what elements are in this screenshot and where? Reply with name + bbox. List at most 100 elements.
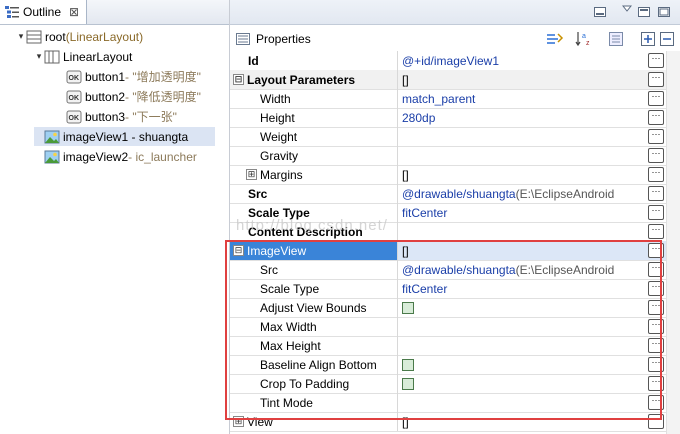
chevron-down-icon[interactable]: ▾ [34, 51, 44, 62]
property-value[interactable] [398, 317, 646, 336]
property-value[interactable]: @drawable/shuangta (E:\EclipseAndroid [398, 260, 646, 279]
minimize-view-icon[interactable] [638, 7, 650, 17]
vertical-scrollbar[interactable] [666, 51, 680, 434]
ellipsis-button[interactable]: ··· [648, 414, 664, 429]
sort-az-icon[interactable]: a z [575, 31, 593, 47]
properties-header: Properties a z [230, 28, 680, 50]
property-row[interactable]: Src @drawable/shuangta (E:\EclipseAndroid… [230, 260, 666, 280]
ellipsis-button[interactable]: ··· [648, 91, 664, 106]
property-row[interactable]: Max Height ··· [230, 336, 666, 356]
ellipsis-button[interactable]: ··· [648, 148, 664, 163]
property-name: Tint Mode [230, 393, 398, 412]
property-row[interactable]: ⊟ Layout Parameters [] ··· [230, 70, 666, 90]
ellipsis-button[interactable]: ··· [648, 110, 664, 125]
tree-item[interactable]: OK button2 - "降低透明度" [66, 87, 201, 106]
property-value[interactable] [398, 374, 646, 393]
ellipsis-button[interactable]: ··· [648, 224, 664, 239]
maximize-icon[interactable] [658, 7, 670, 17]
property-value[interactable] [398, 127, 646, 146]
ellipsis-button[interactable]: ··· [648, 262, 664, 277]
property-value[interactable] [398, 355, 646, 374]
ellipsis-button[interactable]: ··· [648, 129, 664, 144]
ellipsis-button[interactable]: ··· [648, 243, 664, 258]
button-ok-icon: OK [66, 69, 82, 85]
ellipsis-button[interactable]: ··· [648, 357, 664, 372]
expand-all-icon[interactable] [641, 32, 655, 46]
expand-icon[interactable]: ⊞ [246, 169, 257, 180]
ellipsis-button[interactable]: ··· [648, 186, 664, 201]
ellipsis-button[interactable]: ··· [648, 53, 664, 68]
property-row[interactable]: Weight ··· [230, 127, 666, 147]
property-checkbox[interactable] [402, 358, 414, 371]
button-ok-icon: OK [66, 109, 82, 125]
property-row[interactable]: Crop To Padding ··· [230, 374, 666, 394]
property-value[interactable]: 280dp [398, 108, 646, 127]
property-value[interactable]: @drawable/shuangta (E:\EclipseAndroid [398, 184, 646, 203]
ellipsis-button[interactable]: ··· [648, 319, 664, 334]
property-row[interactable]: Width match_parent ··· [230, 89, 666, 109]
property-value[interactable] [398, 393, 646, 412]
tree-item[interactable]: ▾ root (LinearLayout) [16, 27, 143, 46]
tree-item-label: button1 [85, 69, 126, 84]
collapse-icon[interactable]: ⊟ [233, 245, 244, 256]
property-value[interactable] [398, 146, 646, 165]
property-row[interactable]: ⊞ Margins [] ··· [230, 165, 666, 185]
property-name: Max Height [230, 336, 398, 355]
tree-item-detail: - "降低透明度" [125, 90, 201, 104]
collapse-icon[interactable]: ⊟ [233, 74, 244, 85]
ellipsis-button[interactable]: ··· [648, 376, 664, 391]
property-row[interactable]: Tint Mode ··· [230, 393, 666, 413]
property-row[interactable]: Gravity ··· [230, 146, 666, 166]
advanced-properties-icon[interactable] [609, 32, 623, 46]
property-name: Src [230, 184, 398, 203]
svg-text:OK: OK [69, 95, 80, 102]
property-name-label: Gravity [260, 148, 299, 163]
ellipsis-button[interactable]: ··· [648, 281, 664, 296]
property-value[interactable] [398, 222, 646, 241]
property-row[interactable]: Id @+id/imageView1 ··· [230, 51, 666, 71]
categories-icon[interactable] [546, 32, 564, 46]
minimize-icon[interactable] [594, 7, 606, 17]
close-icon[interactable]: ⊠ [69, 5, 79, 19]
property-checkbox[interactable] [402, 377, 414, 390]
property-value[interactable]: @+id/imageView1 [398, 51, 646, 70]
property-value[interactable] [398, 298, 646, 317]
collapse-all-icon[interactable] [660, 32, 674, 46]
property-value[interactable]: match_parent [398, 89, 646, 108]
property-value-text: [] [402, 72, 409, 87]
ellipsis-button[interactable]: ··· [648, 167, 664, 182]
tree-item[interactable]: OK button3 - "下一张" [66, 107, 177, 126]
property-value[interactable]: fitCenter [398, 279, 646, 298]
ellipsis-button[interactable]: ··· [648, 395, 664, 410]
property-name-label: Src [260, 262, 278, 277]
view-menu-icon[interactable] [622, 5, 632, 13]
tab-outline[interactable]: Outline ⊠ [0, 0, 87, 24]
property-row[interactable]: ⊞ View [] ··· [230, 412, 666, 432]
ellipsis-button[interactable]: ··· [648, 300, 664, 315]
ellipsis-button[interactable]: ··· [648, 338, 664, 353]
tree-item[interactable]: ▾ LinearLayout [34, 47, 133, 66]
property-row[interactable]: Height 280dp ··· [230, 108, 666, 128]
chevron-down-icon[interactable]: ▾ [16, 31, 26, 42]
property-value[interactable] [398, 336, 646, 355]
ellipsis-button[interactable]: ··· [648, 72, 664, 87]
expand-icon[interactable]: ⊞ [233, 416, 244, 427]
property-value[interactable]: [] [398, 70, 646, 89]
property-value[interactable]: [] [398, 241, 646, 260]
tree-item-detail: - "增加透明度" [125, 70, 201, 84]
tree-item[interactable]: OK button1 - "增加透明度" [66, 67, 201, 86]
property-row[interactable]: Src @drawable/shuangta (E:\EclipseAndroid… [230, 184, 666, 204]
property-checkbox[interactable] [402, 301, 414, 314]
property-row[interactable]: ⊟ ImageView [] ··· [230, 241, 666, 261]
property-value[interactable]: fitCenter [398, 203, 646, 222]
property-row[interactable]: Baseline Align Bottom ··· [230, 355, 666, 375]
property-value[interactable]: [] [398, 412, 646, 431]
tree-item[interactable]: imageView2 - ic_launcher [34, 147, 197, 166]
svg-text:OK: OK [69, 115, 80, 122]
property-row[interactable]: Adjust View Bounds ··· [230, 298, 666, 318]
property-row[interactable]: Max Width ··· [230, 317, 666, 337]
property-value[interactable]: [] [398, 165, 646, 184]
ellipsis-button[interactable]: ··· [648, 205, 664, 220]
tree-item[interactable]: imageView1 - shuangta [34, 127, 215, 146]
property-row[interactable]: Scale Type fitCenter ··· [230, 279, 666, 299]
